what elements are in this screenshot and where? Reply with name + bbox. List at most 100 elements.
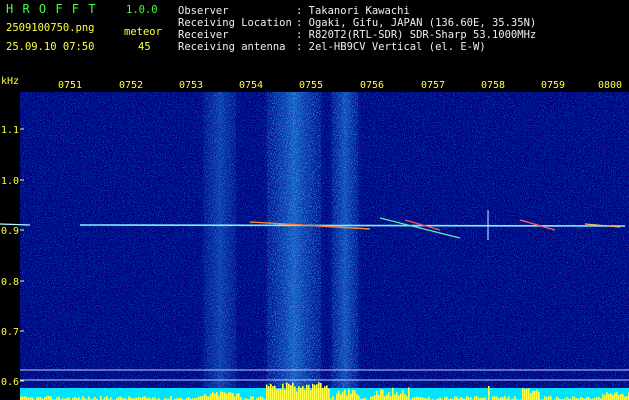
level-bar [514,396,516,400]
level-bar [238,393,240,400]
level-bar [314,385,316,400]
level-bar [526,388,528,400]
level-bar [522,388,524,400]
level-bar [394,394,396,400]
level-bar [350,393,352,400]
level-bar [202,396,204,400]
level-bar [298,386,300,400]
level-bar [296,391,298,400]
level-bar [618,395,620,400]
level-bar [550,396,552,400]
time-tick-label: 0757 [421,80,446,91]
level-bar [476,396,478,400]
level-bar [400,393,402,400]
location-value: : Ogaki, Gifu, JAPAN (136.60E, 35.35N) [296,17,537,29]
freq-tick-label: 0.6 [1,377,19,388]
level-bar [270,383,272,400]
level-bar [278,389,280,400]
interference-band-noise [332,92,358,388]
level-bar [534,390,536,400]
level-bar [348,389,350,400]
level-bar [200,396,202,400]
level-bar [454,396,456,400]
level-bar [380,389,382,400]
level-bar [474,396,476,400]
time-tick-label: 0755 [299,80,324,91]
level-bar [322,388,324,400]
level-bar [466,396,468,400]
level-bar [318,382,320,400]
level-bar [620,394,622,400]
level-bar [306,384,308,400]
level-bar [346,395,348,400]
level-bar [206,396,208,400]
level-bar [492,396,494,400]
level-bar [504,396,506,400]
level-bar [252,396,254,400]
spectrogram-plot: kHz 1.1 1.0 0.9 0.8 0.7 0.6 [0,72,629,400]
level-bar [544,396,546,400]
level-bar [548,396,550,400]
level-bar [388,392,390,400]
level-bar [528,388,530,400]
time-tick-label: 0759 [541,80,566,91]
time-tick-label: 0751 [58,80,83,91]
freq-tick-label: 0.7 [1,327,19,338]
level-bar [604,395,606,400]
level-bar [304,389,306,400]
level-bar [276,389,278,400]
level-bar [82,396,84,400]
level-bar [402,390,404,400]
level-bar [290,385,292,400]
level-bar [128,396,130,400]
level-bar [24,396,26,400]
level-bar [208,396,210,400]
level-bar [446,396,448,400]
level-bar [392,387,394,400]
level-bar [228,392,230,400]
level-bar [508,396,510,400]
level-bar [272,386,274,400]
level-bar [332,396,334,400]
level-bar [288,383,290,400]
level-bar [292,382,294,400]
observer-value: : Takanori Kawachi [296,5,410,17]
level-bar [386,394,388,400]
level-bar [324,386,326,400]
level-bar [372,396,374,400]
level-bar [220,391,222,400]
time-axis: 0751 0752 0753 0754 0755 0756 0757 0758 0759 0800 [20,80,629,92]
level-bar [312,383,314,400]
time-tick-label: 0754 [239,80,264,91]
level-bar [218,395,220,400]
antenna-value: : 2el-HB9CV Vertical (el. E-W) [296,41,486,53]
level-bar [344,389,346,400]
level-bar [226,393,228,400]
level-bar [216,392,218,400]
level-bar [384,396,386,400]
level-bar [536,389,538,400]
freq-unit-label: kHz [1,76,19,87]
level-bar [234,396,236,400]
level-bar [608,394,610,400]
freq-tick-label: 0.8 [1,277,19,288]
filename-label: 2509100750.png [6,22,95,34]
datetime-label: 25.09.10 07:50 [6,41,95,53]
level-bar [100,396,102,400]
app-version: 1.0.0 [126,4,158,16]
level-bar [382,389,384,400]
level-bar [320,383,322,400]
level-bar [88,396,90,400]
level-bar [602,394,604,400]
level-bar [356,394,358,400]
level-bar [390,396,392,400]
level-bar [496,396,498,400]
level-bar [342,391,344,400]
level-bar [494,396,496,400]
interference-bands [200,92,362,388]
level-bar [286,382,288,400]
receiver-label: Receiver [178,29,229,41]
header-panel: H R O F F T 1.0.0 2509100750.png meteor … [0,0,629,72]
level-bar [250,396,252,400]
level-bar [214,393,216,400]
